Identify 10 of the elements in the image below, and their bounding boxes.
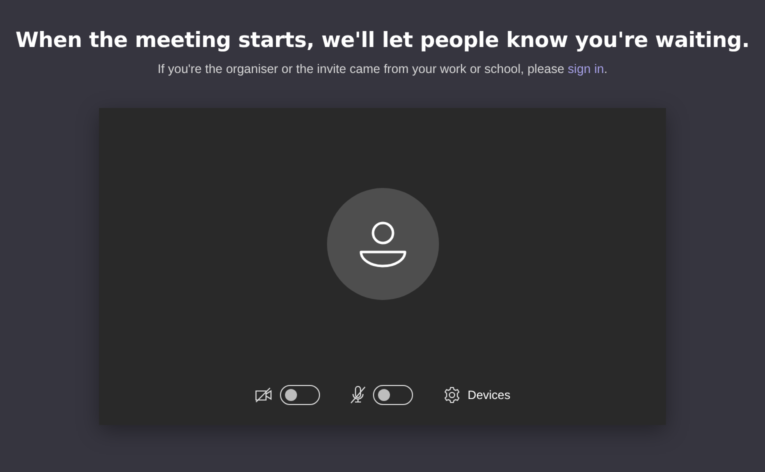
toggle-switch[interactable] xyxy=(280,385,320,405)
devices-button[interactable]: Devices xyxy=(442,386,510,404)
microphone-off-icon xyxy=(350,386,366,404)
sign-in-message: If you're the organiser or the invite came from your work or school, please sign in. xyxy=(158,62,608,76)
settings-icon xyxy=(442,386,461,404)
camera-off-icon xyxy=(254,387,273,403)
page-heading: When the meeting starts, we'll let people know you're waiting. xyxy=(15,28,750,52)
sign-in-link[interactable]: sign in xyxy=(568,62,604,76)
toggle-switch[interactable] xyxy=(372,385,413,405)
avatar-icon xyxy=(326,188,438,300)
